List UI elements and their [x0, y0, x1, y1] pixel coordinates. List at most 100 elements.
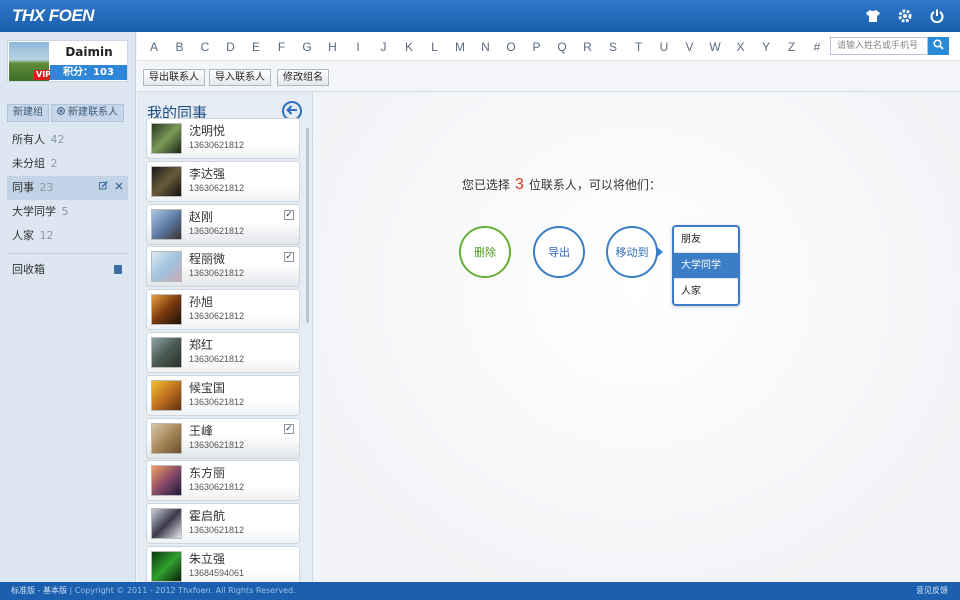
letter-w[interactable]: W: [708, 40, 722, 54]
move-option-friends[interactable]: 朋友: [674, 227, 738, 253]
contact-card[interactable]: 程丽微 13630621812 ✓: [146, 246, 300, 288]
sidebar: VIP Daimin 积分：103 新建组 新建联系人 所有人 42 未分组 2…: [0, 32, 136, 582]
top-icons: [864, 7, 946, 25]
contact-name: 郑红: [189, 338, 214, 352]
letter-m[interactable]: M: [453, 40, 467, 54]
group-count: 23: [39, 181, 54, 194]
action-bar: 导出联系人 导入联系人 修改组名: [137, 62, 960, 92]
search-input[interactable]: 请输入姓名或手机号: [830, 37, 928, 55]
contact-photo: [151, 165, 182, 197]
new-contact-button[interactable]: 新建联系人: [51, 104, 124, 122]
contact-photo: [151, 337, 182, 368]
letter-z[interactable]: Z: [785, 40, 799, 54]
letter-y[interactable]: Y: [759, 40, 773, 54]
letter-i[interactable]: I: [351, 40, 365, 54]
contact-card[interactable]: 李达强 13630621812: [146, 160, 300, 202]
basic-version-link[interactable]: 基本版: [43, 586, 67, 595]
letter-f[interactable]: F: [275, 40, 289, 54]
contact-phone: 13630621812: [189, 396, 245, 407]
selection-prefix: 您已选择: [462, 178, 511, 192]
contact-photo: [151, 294, 182, 326]
gear-icon[interactable]: [896, 7, 914, 25]
contact-photo: [151, 422, 182, 454]
group-label: 人家: [12, 229, 34, 242]
contact-card[interactable]: 赵刚 13630621812 ✓: [146, 203, 300, 245]
letter-h[interactable]: H: [326, 40, 340, 54]
letter-l[interactable]: L: [428, 40, 442, 54]
letter-e[interactable]: E: [249, 40, 263, 54]
feedback-link[interactable]: 意见反馈: [916, 582, 948, 600]
dropdown-pointer: [657, 247, 663, 257]
plus-circle-icon: [57, 104, 65, 122]
contact-card[interactable]: 郑红 13630621812: [146, 332, 300, 373]
top-bar: THX FOEN: [0, 0, 960, 32]
import-contacts-button[interactable]: 导入联系人: [209, 69, 271, 86]
close-icon[interactable]: [115, 176, 123, 200]
move-option-classmates[interactable]: 大学同学: [674, 253, 738, 279]
search-icon: [933, 39, 944, 53]
trash-icon: [114, 265, 122, 274]
contact-card[interactable]: 霍启航 13630621812: [146, 503, 300, 545]
letter-r[interactable]: R: [581, 40, 595, 54]
move-option-family[interactable]: 人家: [674, 279, 738, 304]
contact-phone: 13630621812: [189, 225, 245, 236]
delete-button[interactable]: 删除: [459, 226, 511, 278]
shirt-icon[interactable]: [864, 7, 882, 25]
contact-card[interactable]: 东方丽 13630621812: [146, 460, 300, 502]
letter-g[interactable]: G: [300, 40, 314, 54]
export-button[interactable]: 导出: [533, 226, 585, 278]
contact-phone: 13630621812: [189, 311, 245, 322]
group-item-ungrouped[interactable]: 未分组 2: [7, 152, 128, 176]
contact-name: 孙旭: [189, 295, 214, 310]
contact-card[interactable]: 沈明悦 13630621812: [146, 118, 300, 159]
arrow-left-icon: [286, 104, 298, 118]
contact-photo: [151, 208, 182, 240]
letter-u[interactable]: U: [657, 40, 671, 54]
letter-q[interactable]: Q: [555, 40, 569, 54]
letter-s[interactable]: S: [606, 40, 620, 54]
scrollbar[interactable]: [306, 128, 309, 323]
rename-group-button[interactable]: 修改组名: [277, 69, 329, 86]
letter-t[interactable]: T: [632, 40, 646, 54]
export-contacts-button[interactable]: 导出联系人: [143, 69, 205, 86]
contact-card[interactable]: 孙旭 13630621812: [146, 289, 300, 331]
group-item-classmates[interactable]: 大学同学 5: [7, 200, 128, 224]
standard-version-link[interactable]: 标准版: [11, 586, 35, 595]
letter-a[interactable]: A: [147, 40, 161, 54]
user-profile[interactable]: VIP Daimin 积分：103: [7, 40, 128, 82]
new-group-button[interactable]: 新建组: [7, 104, 49, 122]
sidebar-buttons: 新建组 新建联系人: [7, 104, 124, 122]
contact-card[interactable]: 朱立强 13684594061: [146, 546, 300, 582]
contact-name: 程丽微: [189, 252, 226, 267]
letter-x[interactable]: X: [734, 40, 748, 54]
contact-name: 候宝国: [189, 380, 226, 395]
letter-d[interactable]: D: [224, 40, 238, 54]
letter-k[interactable]: K: [402, 40, 416, 54]
contact-phone: 13630621812: [189, 482, 245, 493]
group-item-colleagues[interactable]: 同事 23: [7, 176, 128, 200]
contact-name: 霍启航: [189, 509, 226, 524]
contact-card[interactable]: 王峰 13630621812 ✓: [146, 417, 300, 459]
search-button[interactable]: [928, 37, 949, 55]
trash-item[interactable]: 回收箱: [7, 260, 128, 280]
letter-p[interactable]: P: [530, 40, 544, 54]
letter-j[interactable]: J: [377, 40, 391, 54]
letter-b[interactable]: B: [173, 40, 187, 54]
checkbox-checked[interactable]: ✓: [284, 209, 294, 220]
contact-phone: 13630621812: [189, 525, 245, 536]
group-tools: [99, 176, 123, 200]
selection-suffix: 位联系人，可以将他们：: [528, 178, 661, 192]
move-to-button[interactable]: 移动到: [606, 226, 658, 278]
group-item-all[interactable]: 所有人 42: [7, 128, 128, 152]
contact-card[interactable]: 候宝国 13630621812: [146, 374, 300, 416]
group-item-family[interactable]: 人家 12: [7, 224, 128, 248]
power-icon[interactable]: [928, 7, 946, 25]
letter-o[interactable]: O: [504, 40, 518, 54]
edit-icon[interactable]: [99, 176, 108, 200]
letter-c[interactable]: C: [198, 40, 212, 54]
letter-hash[interactable]: #: [810, 40, 824, 54]
checkbox-checked[interactable]: ✓: [284, 423, 294, 434]
letter-v[interactable]: V: [683, 40, 697, 54]
checkbox-checked[interactable]: ✓: [284, 252, 294, 263]
letter-n[interactable]: N: [479, 40, 493, 54]
